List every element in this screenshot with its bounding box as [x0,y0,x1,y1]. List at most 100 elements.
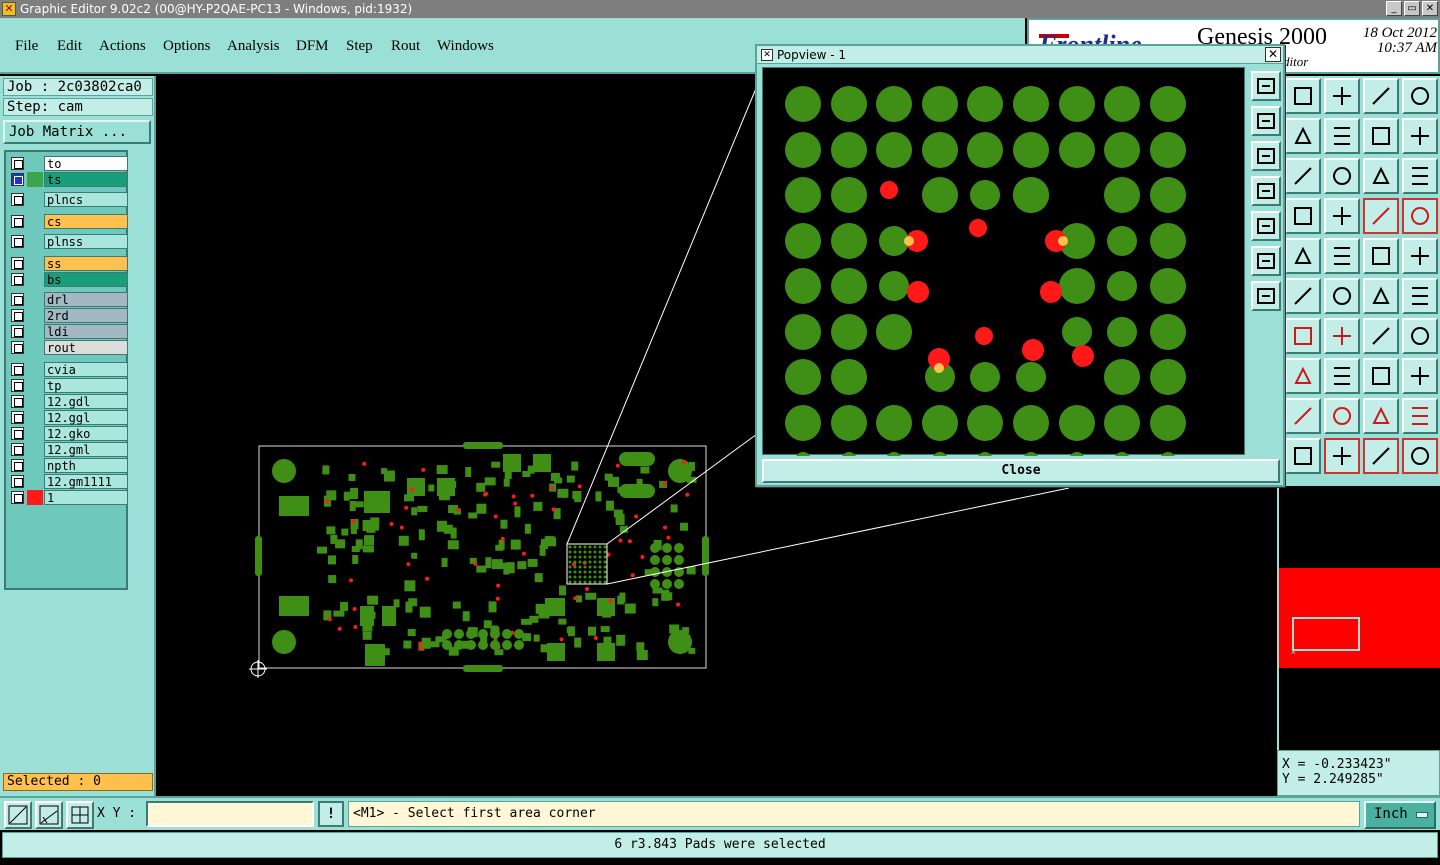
layer-row-npth[interactable]: npth [9,458,128,473]
layer-checkbox[interactable] [11,411,24,424]
layer-color-swatch[interactable] [27,234,43,249]
pad-tool-icon[interactable] [1285,358,1321,394]
attach-tool-icon[interactable] [1363,278,1399,314]
record-tool-icon[interactable] [1402,238,1438,274]
popview-zoom-down-icon[interactable] [1251,141,1281,171]
layer-checkbox[interactable] [11,309,24,322]
layer-row-bs[interactable]: bs [9,272,128,287]
a-shape-tool-icon[interactable] [1324,398,1360,434]
pointer-tool-icon[interactable] [1285,438,1321,474]
layer-checkbox[interactable] [11,491,24,504]
home-tool-icon[interactable] [1363,78,1399,114]
layer-checkbox[interactable] [11,363,24,376]
layer-name[interactable]: to [44,156,128,171]
menu-rout[interactable]: Rout [391,38,420,55]
net-tool-icon[interactable] [1285,278,1321,314]
overview-minimap[interactable]: x [1277,486,1440,750]
layer-name[interactable]: 12.ggl [44,410,128,425]
layer-checkbox[interactable] [11,475,24,488]
layer-name[interactable]: ts [44,172,128,187]
move-right-tool-icon[interactable] [1324,118,1360,154]
layer-row-12-gko[interactable]: 12.gko [9,426,128,441]
popview-compress-icon[interactable] [1251,281,1281,311]
layer-color-swatch[interactable] [27,172,43,187]
menu-edit[interactable]: Edit [57,38,82,55]
popview-close-icon[interactable]: ✕ [1265,47,1281,62]
layer-color-swatch[interactable] [27,458,43,473]
menu-analysis[interactable]: Analysis [227,38,280,55]
xy-input[interactable] [146,801,314,827]
a-cross-tool-icon[interactable] [1402,398,1438,434]
layer-name[interactable]: rout [44,340,128,355]
layer-row-1[interactable]: 1 [9,490,128,505]
layer-checkbox[interactable] [11,157,24,170]
layer-checkbox[interactable] [11,325,24,338]
layer-name[interactable]: drl [44,292,128,307]
layer-color-swatch[interactable] [27,410,43,425]
layer-row-ts[interactable]: ts [9,172,128,187]
layer-row-12-ggl[interactable]: 12.ggl [9,410,128,425]
popview-zoom-up-icon[interactable] [1251,106,1281,136]
zoom-area-button[interactable] [4,801,32,829]
popview-zoom-right-icon[interactable] [1251,211,1281,241]
layer-name[interactable]: 2rd [44,308,128,323]
triangle-tool-icon[interactable] [1285,398,1321,434]
layer-checkbox[interactable] [11,235,24,248]
layer-checkbox[interactable] [11,173,24,186]
layer-row-cvia[interactable]: cvia [9,362,128,377]
layer-row-2rd[interactable]: 2rd [9,308,128,323]
layer-checkbox[interactable] [11,379,24,392]
pan-split-tool-icon[interactable] [1402,78,1438,114]
scale-1-2-tool-icon[interactable] [1363,158,1399,194]
layer-color-swatch[interactable] [27,256,43,271]
layer-name[interactable]: 12.gko [44,426,128,441]
layer-color-swatch[interactable] [27,362,43,377]
layer-name[interactable]: bs [44,272,128,287]
popview-expand-icon[interactable] [1251,246,1281,276]
layer-name[interactable]: ldi [44,324,128,339]
symbol-tool-icon[interactable] [1363,358,1399,394]
grid-view-tool-icon[interactable] [1324,198,1360,234]
layer-color-swatch[interactable] [27,214,43,229]
popview-zoom-in-icon[interactable] [1251,71,1281,101]
target-tool-icon[interactable] [1285,238,1321,274]
layer-row-12-gml[interactable]: 12.gml [9,442,128,457]
layer-checkbox[interactable] [11,293,24,306]
layer-checkbox[interactable] [11,427,24,440]
layer-color-swatch[interactable] [27,308,43,323]
job-matrix-button[interactable]: Job Matrix ... [3,120,151,144]
split-tool-icon[interactable] [1324,358,1360,394]
layer-row-rout[interactable]: rout [9,340,128,355]
layer-color-swatch[interactable] [27,292,43,307]
ruler-tool-icon[interactable] [1363,238,1399,274]
flag-tool-icon[interactable] [1402,318,1438,354]
layer-row-12-gdl[interactable]: 12.gdl [9,394,128,409]
help-tool-icon[interactable] [1402,158,1438,194]
popview-close-button[interactable]: Close [762,459,1280,483]
layer-row-cs[interactable]: cs [9,214,128,229]
layer-checkbox[interactable] [11,341,24,354]
pointer-focus-tool-icon[interactable] [1363,438,1399,474]
layer-name[interactable]: ss [44,256,128,271]
settings-tool-icon[interactable] [1285,198,1321,234]
layer-color-swatch[interactable] [27,156,43,171]
layer-color-swatch[interactable] [27,426,43,441]
menu-windows[interactable]: Windows [437,38,494,55]
layer-row-plnss[interactable]: plnss [9,234,128,249]
center-tool-icon[interactable] [1324,158,1360,194]
layer-color-swatch[interactable] [27,474,43,489]
layer-name[interactable]: tp [44,378,128,393]
home-view-tool-icon[interactable] [1285,78,1321,114]
layer-row-to[interactable]: to [9,156,128,171]
route-red2-tool-icon[interactable] [1402,198,1438,234]
layer-checkbox[interactable] [11,395,24,408]
popview-zoom-left-icon[interactable] [1251,176,1281,206]
blob-tool-icon[interactable] [1402,358,1438,394]
layer-name[interactable]: cvia [44,362,128,377]
layer-color-swatch[interactable] [27,394,43,409]
layer-checkbox[interactable] [11,459,24,472]
connect-tool-icon[interactable] [1402,438,1438,474]
layer-row-tp[interactable]: tp [9,378,128,393]
maximize-button[interactable]: ▭ [1404,1,1420,16]
cross-tool-icon[interactable] [1324,278,1360,314]
